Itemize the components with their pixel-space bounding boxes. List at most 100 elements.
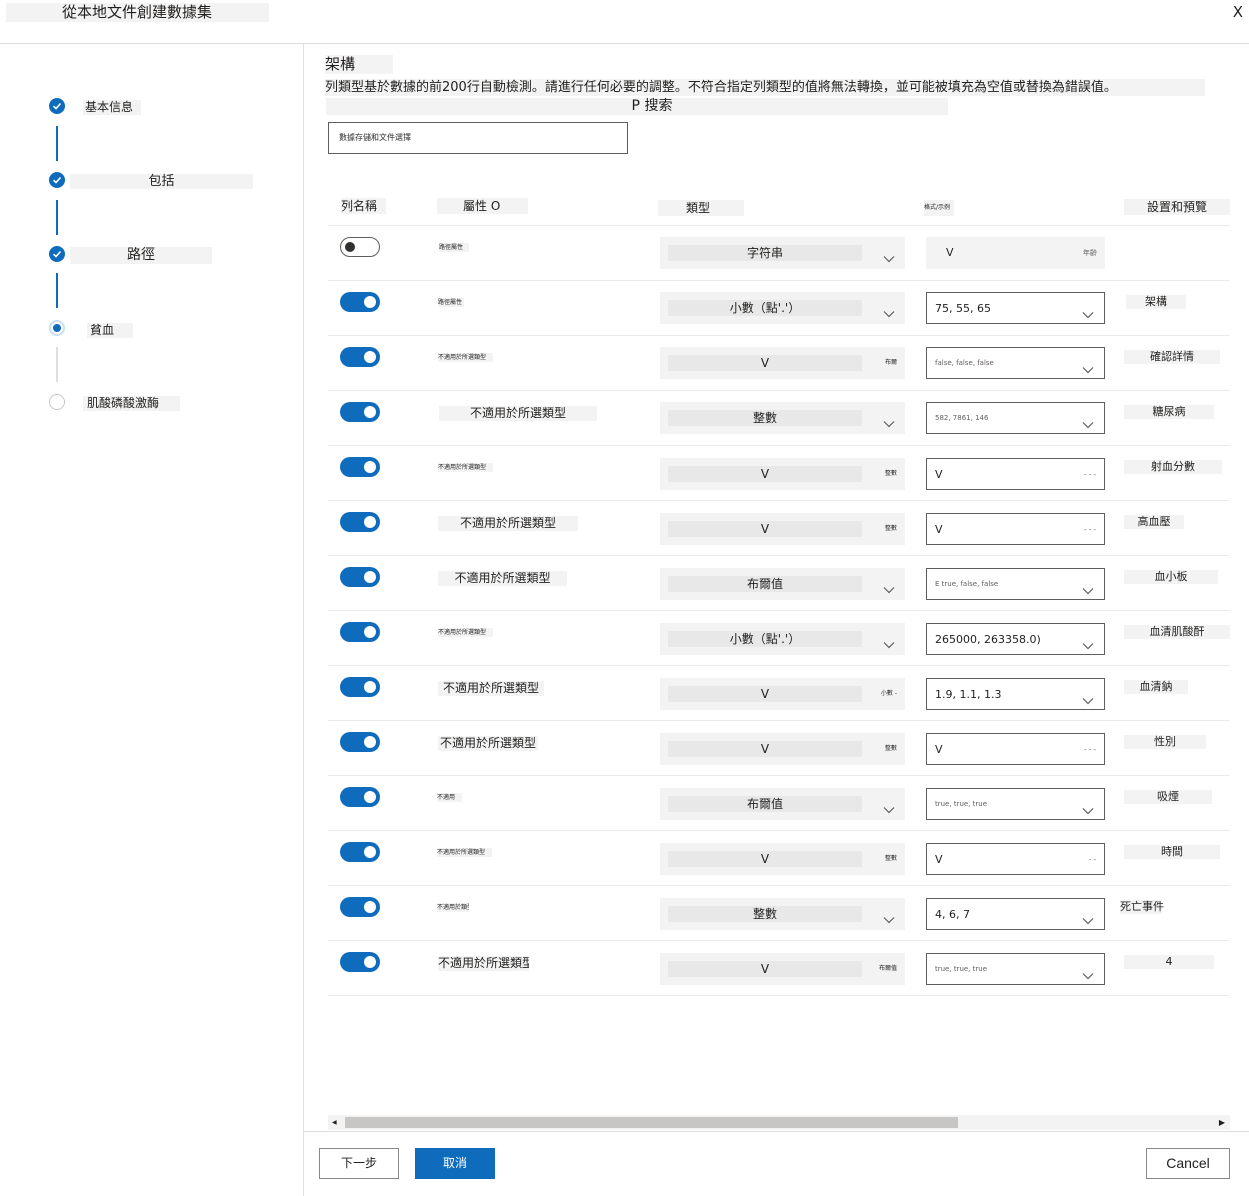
property-label: 不適用於所選類型	[437, 848, 492, 857]
section-title: 架構	[325, 55, 393, 74]
type-note: 小數 -	[880, 690, 897, 697]
include-toggle[interactable]	[340, 732, 380, 752]
include-toggle[interactable]	[340, 347, 380, 367]
type-dropdown[interactable]: V 布爾	[660, 347, 905, 379]
settings-preview-label: 性別	[1124, 735, 1206, 749]
pending-step-icon	[49, 394, 65, 410]
include-toggle[interactable]	[340, 842, 380, 862]
format-dropdown[interactable]: V- -	[926, 843, 1105, 875]
search-input[interactable]: 數據存儲和文件選擇	[328, 122, 628, 154]
property-label: 不適用於所選類型	[439, 406, 597, 421]
header-divider	[0, 43, 1249, 44]
format-value: 582, 7861, 146	[935, 414, 989, 422]
type-dropdown[interactable]: 字符串	[660, 237, 905, 269]
next-button[interactable]: 取消	[415, 1148, 495, 1179]
type-dropdown[interactable]: V 整數	[660, 733, 905, 765]
format-value: V	[935, 743, 943, 756]
scroll-left-icon[interactable]: ◀	[332, 1117, 337, 1128]
type-dropdown[interactable]: 整數	[660, 402, 905, 434]
settings-preview-label: 架構	[1126, 295, 1186, 309]
close-button[interactable]: X	[1233, 3, 1243, 21]
property-label: 不適用於所選類型	[438, 463, 493, 472]
format-dropdown[interactable]: V- - -	[926, 513, 1105, 545]
format-value: true, true, true	[935, 800, 987, 808]
property-label: 不適用於所選類型	[438, 516, 578, 531]
back-button[interactable]: 下一步	[319, 1148, 399, 1179]
scroll-right-icon[interactable]: ▶	[1219, 1116, 1225, 1129]
type-dropdown[interactable]: V 布爾值	[660, 953, 905, 985]
type-dropdown[interactable]: 小數（點'.'）	[660, 623, 905, 655]
header-type: 類型	[658, 200, 744, 216]
type-dropdown[interactable]: V 整數	[660, 513, 905, 545]
type-value: V	[668, 741, 862, 757]
header-property: 屬性 O	[437, 198, 528, 214]
format-dropdown[interactable]: V- - -	[926, 458, 1105, 490]
type-value: 布爾值	[668, 796, 862, 812]
format-dropdown[interactable]: V- - -	[926, 733, 1105, 765]
format-dropdown[interactable]: 75, 55, 65	[926, 292, 1105, 324]
type-note: 整數	[884, 470, 897, 477]
format-dropdown[interactable]: 265000, 263358.0)	[926, 623, 1105, 655]
include-toggle[interactable]	[340, 402, 380, 422]
cancel-button[interactable]: Cancel	[1146, 1148, 1230, 1179]
type-dropdown[interactable]: V 小數 -	[660, 678, 905, 710]
include-toggle[interactable]	[340, 237, 380, 257]
row-divider	[328, 940, 1230, 941]
format-dropdown[interactable]: true, true, true	[926, 953, 1105, 985]
format-dropdown[interactable]: 4, 6, 7	[926, 898, 1105, 930]
schema-description: 列類型基於數據的前200行自動檢測。請進行任何必要的調整。不符合指定列類型的值將…	[325, 79, 1205, 96]
checkmark-icon	[49, 172, 65, 188]
type-dropdown[interactable]: 小數（點'.'）	[660, 292, 905, 324]
format-dropdown[interactable]: true, true, true	[926, 788, 1105, 820]
settings-preview-label: 血清鈉	[1124, 680, 1188, 694]
type-note: 布爾	[884, 359, 897, 366]
include-toggle[interactable]	[340, 897, 380, 917]
type-value: 小數（點'.'）	[668, 300, 862, 316]
sidebar-divider	[303, 43, 304, 1196]
type-dropdown[interactable]: 整數	[660, 898, 905, 930]
chevron-down-icon	[1082, 635, 1094, 650]
step-label: 基本信息	[83, 100, 141, 115]
settings-preview-label: 死亡事件	[1120, 900, 1164, 914]
chevron-down-icon	[883, 909, 895, 924]
row-divider	[328, 500, 1230, 501]
format-value: 4, 6, 7	[935, 908, 970, 921]
type-dropdown[interactable]: 布爾值	[660, 788, 905, 820]
format-note: - - -	[1083, 746, 1096, 754]
checkmark-icon	[49, 246, 65, 262]
include-toggle[interactable]	[340, 292, 380, 312]
row-divider	[328, 610, 1230, 611]
chevron-down-icon	[883, 303, 895, 318]
type-dropdown[interactable]: V 整數	[660, 843, 905, 875]
format-dropdown: V ᅟ 年齡	[926, 237, 1105, 269]
step-connector	[56, 126, 58, 161]
search-label: P 搜索	[326, 98, 948, 115]
settings-preview-label: 時間	[1124, 845, 1220, 859]
include-toggle[interactable]	[340, 622, 380, 642]
include-toggle[interactable]	[340, 457, 380, 477]
horizontal-scrollbar[interactable]: ◀ ▶	[328, 1115, 1230, 1130]
type-dropdown[interactable]: V 整數	[660, 458, 905, 490]
format-dropdown[interactable]: false, false, false	[926, 347, 1105, 379]
include-toggle[interactable]	[340, 512, 380, 532]
scroll-thumb[interactable]	[345, 1117, 958, 1128]
type-dropdown[interactable]: 布爾值	[660, 568, 905, 600]
chevron-down-icon	[883, 634, 895, 649]
format-value: false, false, false	[935, 359, 994, 367]
settings-preview-label: 4	[1124, 955, 1214, 969]
format-dropdown[interactable]: 1.9, 1.1, 1.3	[926, 678, 1105, 710]
include-toggle[interactable]	[340, 787, 380, 807]
format-note: - - -	[1083, 526, 1096, 534]
footer-divider	[304, 1131, 1249, 1132]
row-divider	[328, 445, 1230, 446]
include-toggle[interactable]	[340, 952, 380, 972]
include-toggle[interactable]	[340, 677, 380, 697]
format-value: V	[935, 853, 943, 866]
format-dropdown[interactable]: E true, false, false	[926, 568, 1105, 600]
format-dropdown[interactable]: 582, 7861, 146	[926, 402, 1105, 434]
include-toggle[interactable]	[340, 567, 380, 587]
header-settings: 設置和預覽	[1124, 199, 1230, 215]
chevron-down-icon	[883, 579, 895, 594]
format-value: 75, 55, 65	[935, 302, 991, 315]
chevron-down-icon	[1082, 690, 1094, 705]
